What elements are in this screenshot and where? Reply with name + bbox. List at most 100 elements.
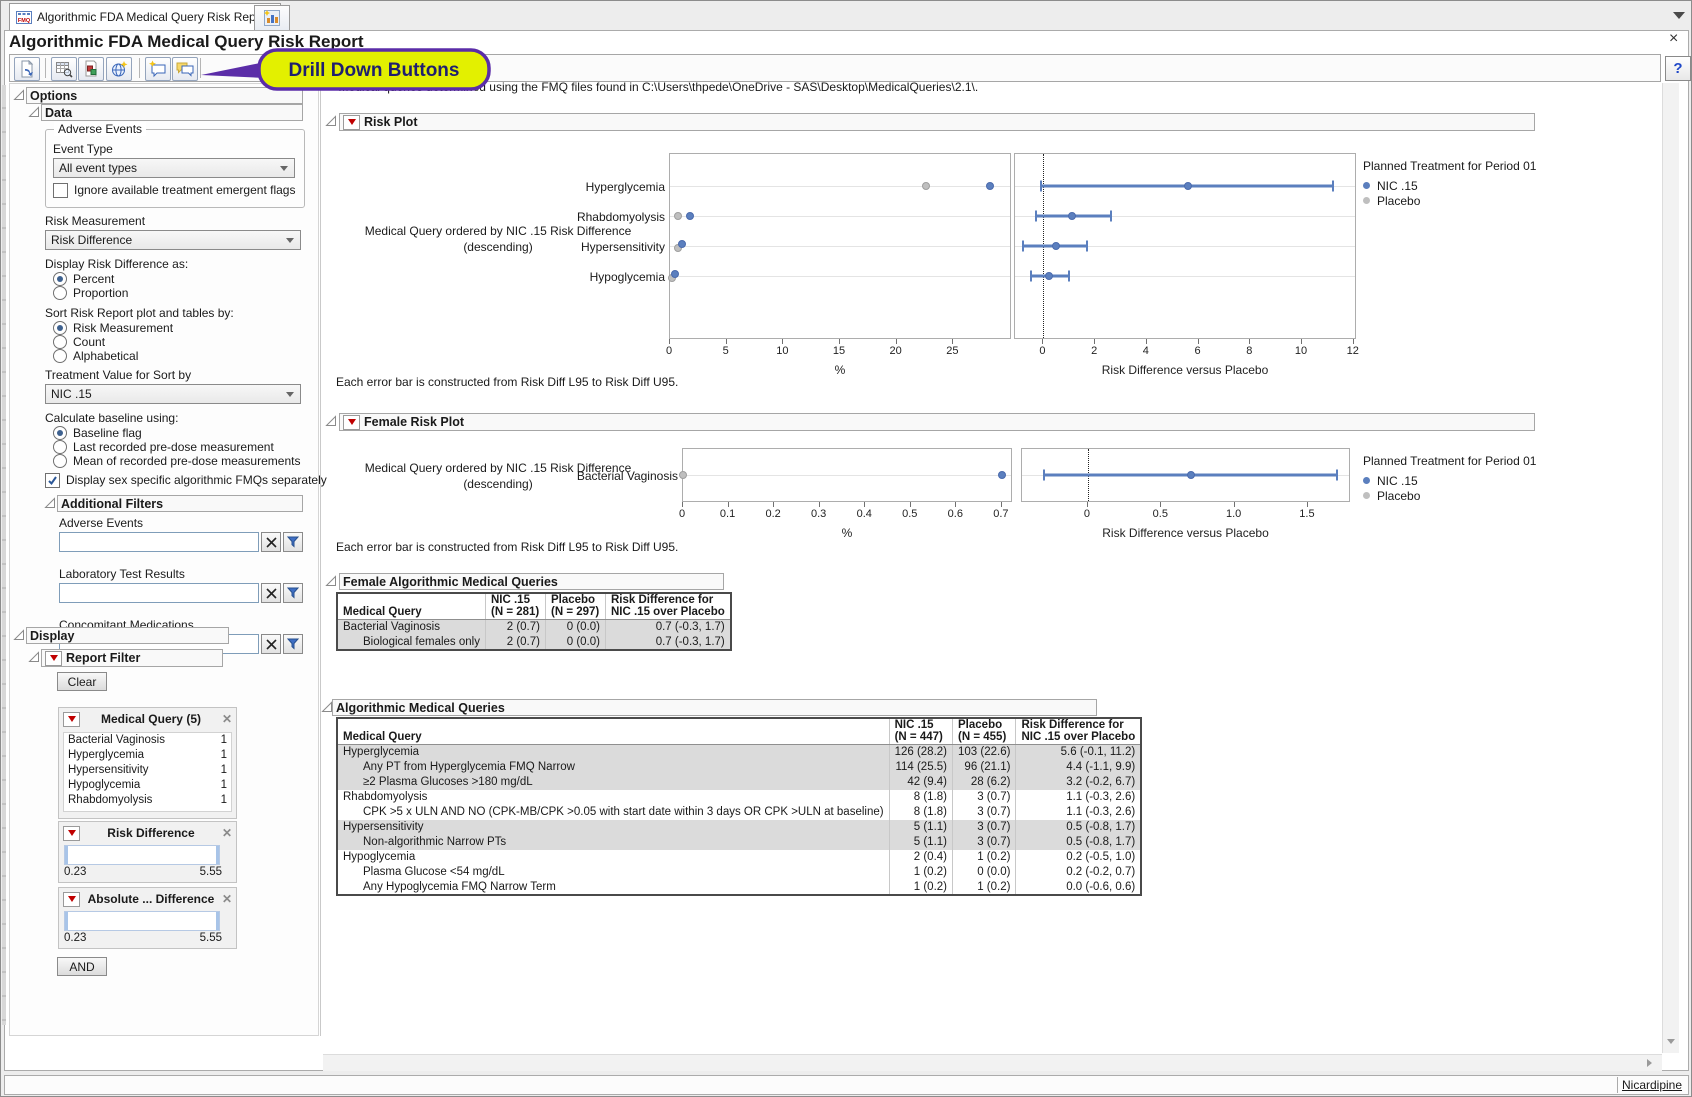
display-disclosure-icon[interactable] [13, 629, 25, 641]
window-edge-grip[interactable] [2, 85, 6, 1025]
radio-icon[interactable] [53, 335, 67, 349]
tab-risk-report[interactable]: FMQ Algorithmic FDA Medical Query Risk R… [9, 3, 281, 30]
value-cell: 0.5 (-0.8, 1.7) [1016, 835, 1141, 850]
event-type-select[interactable]: All event types [53, 158, 295, 178]
close-filter-icon[interactable]: ✕ [222, 892, 232, 906]
help-button[interactable]: ? [1665, 56, 1691, 81]
clear-button[interactable]: Clear [57, 672, 107, 691]
data-disclosure-icon[interactable] [28, 106, 40, 118]
horizontal-scrollbar[interactable] [323, 1054, 1662, 1071]
funnel-filter-icon[interactable] [283, 583, 303, 603]
placebo-dot [922, 182, 930, 190]
close-filter-icon[interactable]: ✕ [222, 826, 232, 840]
error-bar-cap [1040, 181, 1042, 192]
filter-list-item[interactable]: Rhabdomyolysis1 [64, 793, 231, 808]
scroll-down-icon[interactable] [1667, 1039, 1675, 1044]
vertical-scrollbar[interactable] [1662, 83, 1679, 1053]
report-icon[interactable] [14, 57, 40, 81]
filter-list-item[interactable]: Hypoglycemia1 [64, 778, 231, 793]
category-label: Hyperglycemia [586, 180, 665, 194]
clear-filter-icon[interactable] [261, 583, 281, 603]
radio-icon[interactable] [53, 321, 67, 335]
absolute-difference-range-labels: 0.23 5.55 [64, 932, 222, 944]
axis-tick-label: 1.5 [1299, 508, 1314, 520]
medical-query-filter-panel: Medical Query (5) ✕ Bacterial Vaginosis1… [58, 707, 237, 819]
publish-icon[interactable] [106, 57, 132, 81]
radio-icon[interactable] [53, 454, 67, 468]
red-triangle-menu-icon[interactable] [63, 826, 80, 841]
checkbox-checked[interactable] [45, 473, 60, 488]
dataset-link[interactable]: Nicardipine [1622, 1078, 1682, 1092]
funnel-filter-icon[interactable] [283, 634, 303, 654]
radio-icon[interactable] [53, 426, 67, 440]
sex-specific-checkbox[interactable]: Display sex specific algorithmic FMQs se… [45, 473, 327, 487]
baseline-option[interactable]: Last recorded pre-dose measurement [53, 440, 300, 454]
checkbox-unchecked[interactable] [53, 183, 68, 198]
nic-dot [671, 270, 679, 278]
filter-list-item[interactable]: Hypersensitivity1 [64, 763, 231, 778]
axis-tick-label: 4 [1143, 345, 1149, 357]
clear-filter-icon[interactable] [261, 634, 281, 654]
red-triangle-menu-icon[interactable] [343, 415, 360, 430]
axis-tick-label: 0.5 [1153, 508, 1168, 520]
treatment-sort-select[interactable]: NIC .15 [45, 384, 301, 404]
new-note-icon[interactable] [145, 57, 171, 81]
additional-filters-disclosure-icon[interactable] [44, 497, 56, 509]
red-triangle-menu-icon[interactable] [63, 712, 80, 727]
baseline-option[interactable]: Mean of recorded pre-dose measurements [53, 454, 300, 468]
filter-input[interactable] [59, 583, 259, 603]
red-triangle-menu-icon[interactable] [343, 115, 360, 130]
risk-plot-disclosure-icon[interactable] [325, 115, 337, 127]
report-filter-disclosure-icon[interactable] [28, 651, 40, 663]
funnel-filter-icon[interactable] [283, 532, 303, 552]
close-filter-icon[interactable]: ✕ [222, 712, 232, 726]
female-percent-axis-title: % [682, 526, 1012, 540]
tab-chart[interactable] [254, 5, 290, 30]
category-label: Rhabdomyolysis [577, 210, 665, 224]
value-cell: 3 (0.7) [953, 820, 1016, 835]
axis-tick-label: 25 [946, 345, 958, 357]
tabstrip-overflow-icon[interactable] [1673, 12, 1685, 19]
row-label-cell: Hyperglycemia [337, 745, 889, 760]
axis-tick-label: 12 [1347, 345, 1359, 357]
red-triangle-menu-icon[interactable] [45, 651, 62, 666]
risk-measurement-select[interactable]: Risk Difference [45, 230, 301, 250]
and-button[interactable]: AND [57, 957, 107, 976]
radio-icon[interactable] [53, 286, 67, 300]
display-rd-option[interactable]: Proportion [53, 286, 128, 300]
medical-query-filter-list: Bacterial Vaginosis1Hyperglycemia1Hypers… [63, 732, 232, 812]
baseline-option[interactable]: Baseline flag [53, 426, 300, 440]
options-disclosure-icon[interactable] [13, 89, 25, 101]
female-table-disclosure-icon[interactable] [325, 575, 337, 587]
filter-list-item[interactable]: Bacterial Vaginosis1 [64, 733, 231, 748]
table-row: Any Hypoglycemia FMQ Narrow Term1 (0.2)1… [337, 880, 1141, 895]
tab-label: Algorithmic FDA Medical Query Risk Repor… [37, 10, 270, 24]
sort-option[interactable]: Risk Measurement [53, 321, 173, 335]
table-row: CPK >5 x ULN AND NO (CPK-MB/CPK >0.05 wi… [337, 805, 1141, 820]
radio-icon[interactable] [53, 272, 67, 286]
red-triangle-menu-icon[interactable] [63, 892, 80, 907]
female-risk-plot-disclosure-icon[interactable] [325, 415, 337, 427]
absolute-difference-range-slider[interactable] [64, 911, 220, 931]
notes-icon[interactable] [172, 57, 198, 81]
risk-difference-range-slider[interactable] [64, 845, 220, 865]
scroll-right-icon[interactable] [1647, 1059, 1652, 1067]
radio-icon[interactable] [53, 440, 67, 454]
sort-option[interactable]: Count [53, 335, 173, 349]
display-rd-option[interactable]: Percent [53, 272, 128, 286]
display-rd-label: Proportion [73, 286, 128, 300]
clear-filter-icon[interactable] [261, 532, 281, 552]
axis-tick-label: 0.3 [811, 508, 826, 520]
ignore-flags-checkbox[interactable]: Ignore available treatment emergent flag… [53, 183, 295, 197]
close-icon[interactable]: × [1669, 32, 1678, 46]
data-table-icon[interactable] [51, 57, 77, 81]
value-cell: 1 (0.2) [889, 880, 952, 895]
application-window: FMQ Algorithmic FDA Medical Query Risk R… [0, 0, 1692, 1097]
presentation-icon[interactable] [78, 57, 104, 81]
sort-option[interactable]: Alphabetical [53, 349, 173, 363]
filter-list-item[interactable]: Hyperglycemia1 [64, 748, 231, 763]
axis-tick [864, 502, 865, 507]
axis-tick [1001, 502, 1002, 507]
radio-icon[interactable] [53, 349, 67, 363]
filter-input[interactable] [59, 532, 259, 552]
